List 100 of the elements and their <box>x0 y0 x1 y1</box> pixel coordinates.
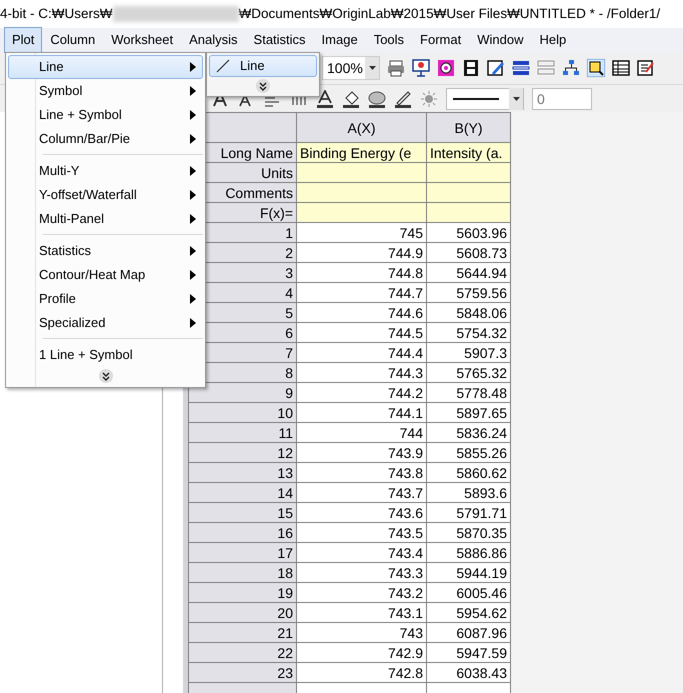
table-cell: 5603.96 <box>426 222 510 242</box>
submenu-arrow-icon <box>190 166 196 176</box>
table-cell: 743.5 <box>296 522 426 542</box>
menu-item[interactable]: Help <box>531 27 574 53</box>
table-cell: 743.1 <box>296 602 426 622</box>
caret-icon <box>512 96 520 100</box>
table-cell: 6087.96 <box>426 622 510 642</box>
table-cell: 744.1 <box>296 402 426 422</box>
image-icon[interactable] <box>437 59 455 77</box>
table-cell: 5644.94 <box>426 262 510 282</box>
table-cell: 5907.3 <box>426 342 510 362</box>
table-cell: 743 <box>296 622 426 642</box>
submenu-arrow-icon <box>190 318 196 328</box>
line-style-dropdown[interactable] <box>446 88 524 110</box>
row-number[interactable]: 13 <box>188 462 296 482</box>
table-cell: 744.5 <box>296 322 426 342</box>
table-cell: 5848.06 <box>426 302 510 322</box>
printer-icon[interactable] <box>387 59 405 77</box>
table-cell: 743.7 <box>296 482 426 502</box>
submenu-arrow-icon <box>190 294 196 304</box>
submenu-arrow-icon <box>190 110 196 120</box>
line-sample-icon <box>453 98 499 100</box>
menu-item[interactable]: Plot <box>4 27 42 53</box>
table-icon[interactable] <box>612 59 630 77</box>
table-cell: 5759.56 <box>426 282 510 302</box>
row-number[interactable]: 21 <box>188 622 296 642</box>
menu-item[interactable]: Column <box>42 27 104 53</box>
row-number[interactable]: 20 <box>188 602 296 622</box>
slide-icon[interactable] <box>412 59 430 77</box>
table-cell: 744.8 <box>296 262 426 282</box>
note-icon[interactable] <box>637 59 655 77</box>
table-cell: 5947.59 <box>426 642 510 662</box>
row-number[interactable]: 12 <box>188 442 296 462</box>
table-cell: 6005.46 <box>426 582 510 602</box>
table-cell: 744.7 <box>296 282 426 302</box>
menu-item[interactable]: Symbol <box>8 79 203 103</box>
table-cell: Binding Energy (e <box>296 142 426 162</box>
table-cell: 744.2 <box>296 382 426 402</box>
menu-item[interactable]: Tools <box>366 27 412 53</box>
menu-item[interactable]: Line + Symbol <box>8 103 203 127</box>
table-cell: 743.8 <box>296 462 426 482</box>
table-cell: 5954.62 <box>426 602 510 622</box>
expand-icon[interactable] <box>98 368 114 384</box>
menu-item[interactable]: Analysis <box>181 27 246 53</box>
submenu-arrow-icon <box>190 190 196 200</box>
table-cell: 744.3 <box>296 362 426 382</box>
table-cell: 5893.6 <box>426 482 510 502</box>
table-cell: 743.9 <box>296 442 426 462</box>
submenu-arrow-icon <box>190 86 196 96</box>
font-color-icon[interactable] <box>316 90 334 108</box>
menu-item[interactable]: Worksheet <box>103 27 182 53</box>
table-cell: 744.6 <box>296 302 426 322</box>
row-number[interactable]: 17 <box>188 542 296 562</box>
row-number[interactable]: 9 <box>188 382 296 402</box>
magnifier-icon[interactable] <box>587 59 605 77</box>
table-cell: 5870.35 <box>426 522 510 542</box>
table-cell: 5855.26 <box>426 442 510 462</box>
column-header[interactable]: A(X) <box>296 112 426 142</box>
row-number[interactable]: 11 <box>188 422 296 442</box>
table-cell: 5791.71 <box>426 502 510 522</box>
pen-icon[interactable] <box>487 59 505 77</box>
line-width-field[interactable]: 0 <box>532 88 592 110</box>
table-cell: 743.6 <box>296 502 426 522</box>
menu-item[interactable]: Window <box>469 27 532 53</box>
menu-item[interactable]: Line <box>8 55 203 79</box>
row-number[interactable]: 19 <box>188 582 296 602</box>
menu-item[interactable]: Image <box>314 27 366 53</box>
table-cell: 5897.65 <box>426 402 510 422</box>
table-cell: 5860.62 <box>426 462 510 482</box>
line-color-icon[interactable] <box>394 90 412 108</box>
row-number[interactable]: 10 <box>188 402 296 422</box>
rows-icon[interactable] <box>512 59 530 77</box>
table-cell: 743.4 <box>296 542 426 562</box>
submenu-arrow-icon <box>190 270 196 280</box>
expand-icon[interactable] <box>255 78 271 94</box>
table-cell: 5608.73 <box>426 242 510 262</box>
row-number[interactable]: 15 <box>188 502 296 522</box>
table-cell: 744.4 <box>296 342 426 362</box>
row-number[interactable]: 16 <box>188 522 296 542</box>
row-number[interactable]: 22 <box>188 642 296 662</box>
line-plot-icon <box>216 59 230 73</box>
menu-item[interactable]: Statistics <box>246 27 314 53</box>
submenu-arrow-icon <box>190 246 196 256</box>
menu-item[interactable]: Line <box>209 55 317 77</box>
table-cell: 743.2 <box>296 582 426 602</box>
table-cell: 742.8 <box>296 662 426 682</box>
menu-item[interactable]: Format <box>412 27 470 53</box>
table-cell: 743.3 <box>296 562 426 582</box>
table-cell: 5944.19 <box>426 562 510 582</box>
table-cell: 5836.24 <box>426 422 510 442</box>
table-cell: 5778.48 <box>426 382 510 402</box>
zoom-dropdown[interactable]: 100% <box>322 56 380 80</box>
column-header[interactable]: B(Y) <box>426 112 510 142</box>
row-number[interactable]: 23 <box>188 662 296 682</box>
row-number[interactable]: 14 <box>188 482 296 502</box>
row-number[interactable]: 18 <box>188 562 296 582</box>
hierarchy-icon[interactable] <box>562 59 580 77</box>
table-cell: Intensity (a. <box>426 142 510 162</box>
submenu-arrow-icon <box>190 134 196 144</box>
film-icon[interactable] <box>462 59 480 77</box>
